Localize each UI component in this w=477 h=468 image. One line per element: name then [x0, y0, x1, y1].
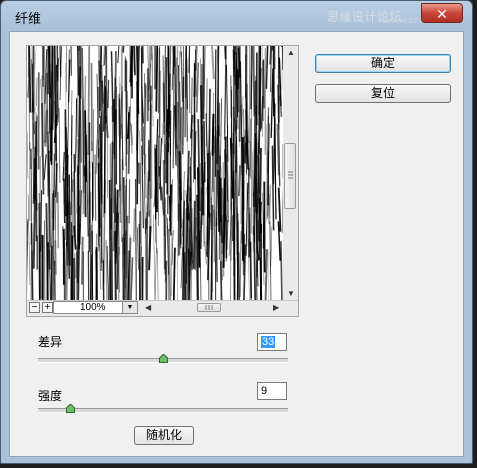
vertical-scrollbar[interactable]: ▲ ▼: [283, 46, 298, 301]
reset-button[interactable]: 复位: [315, 84, 451, 103]
fiber-preview-image[interactable]: [27, 46, 284, 301]
zoom-level-value: 100%: [80, 302, 106, 313]
zoom-out-button[interactable]: −: [29, 302, 40, 313]
zoom-in-button[interactable]: +: [42, 302, 53, 313]
slider-knob-icon[interactable]: [66, 404, 75, 413]
ok-button[interactable]: 确定: [315, 54, 451, 73]
horizontal-scroll-thumb[interactable]: [197, 303, 221, 312]
variance-label: 差异: [38, 335, 63, 349]
zoom-dropdown-button[interactable]: ▼: [122, 302, 137, 313]
slider-knob-icon[interactable]: [158, 354, 168, 363]
fibers-dialog: 纤维 思缘设计论坛 www.MISSYUAN.COM ✕ ▲ ▼ − + 100…: [0, 0, 473, 464]
title-bar[interactable]: 纤维 思缘设计论坛 www.MISSYUAN.COM ✕: [1, 1, 472, 31]
close-icon: ✕: [436, 6, 448, 22]
zoom-out-icon: −: [31, 302, 38, 313]
zoom-level-field[interactable]: 100% ▼: [53, 301, 138, 314]
strength-slider-track[interactable]: [38, 408, 288, 413]
scroll-up-icon[interactable]: ▲: [287, 49, 295, 57]
strength-input[interactable]: 9: [257, 382, 287, 400]
dialog-body: ▲ ▼ − + 100% ▼ ◀ ▶ 确定 复位 差异 33 强度 9 随机化: [9, 31, 464, 457]
variance-input[interactable]: 33: [257, 333, 287, 351]
variance-value: 33: [261, 336, 276, 348]
strength-label: 强度: [38, 389, 63, 403]
close-button[interactable]: ✕: [421, 3, 463, 23]
vertical-scroll-thumb[interactable]: [284, 143, 296, 209]
strength-value: 9: [261, 385, 268, 397]
randomize-button[interactable]: 随机化: [134, 426, 194, 445]
scroll-right-icon[interactable]: ▶: [273, 304, 279, 312]
scroll-left-icon[interactable]: ◀: [145, 304, 151, 312]
scroll-down-icon[interactable]: ▼: [287, 290, 295, 298]
preview-zoom-bar: − + 100% ▼ ◀ ▶: [27, 300, 298, 316]
dialog-title: 纤维: [15, 11, 42, 26]
preview-panel: ▲ ▼ − + 100% ▼ ◀ ▶: [26, 45, 299, 317]
chevron-down-icon: ▼: [126, 304, 134, 311]
zoom-in-icon: +: [44, 302, 51, 313]
